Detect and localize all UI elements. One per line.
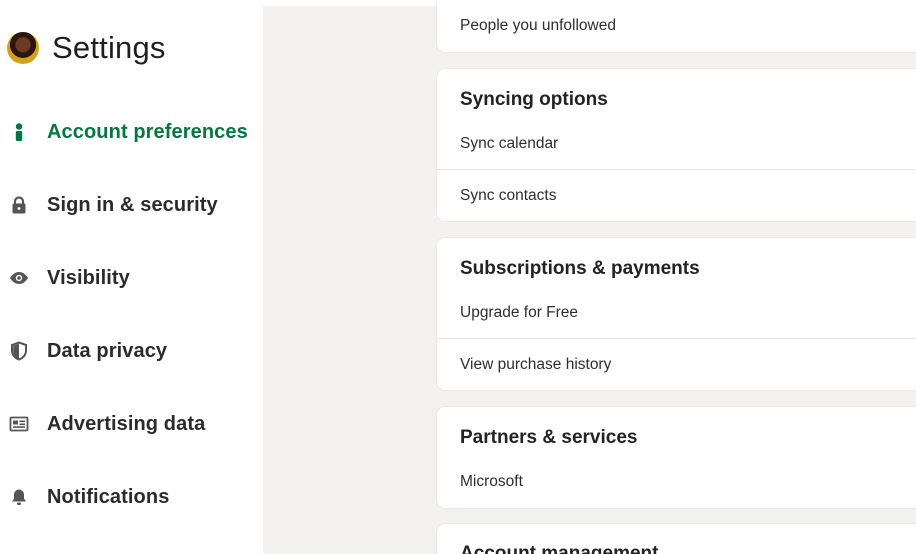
sidebar-item-label: Account preferences — [47, 120, 248, 143]
row-label: Microsoft — [460, 473, 523, 490]
sidebar-item-label: Advertising data — [47, 412, 206, 435]
sidebar-item-label: Sign in & security — [47, 193, 218, 216]
card-title: Partners & services — [460, 427, 638, 448]
upgrade-for-free-row[interactable]: Upgrade for Free — [437, 287, 916, 339]
sidebar-item-data-privacy[interactable]: Data privacy — [0, 331, 263, 371]
sync-contacts-row[interactable]: Sync contacts — [437, 170, 916, 222]
sidebar-header: Settings — [7, 30, 166, 66]
sidebar: Settings Account preferences Sign in & s… — [0, 0, 263, 554]
partners-services-card: Partners & services Microsoft — [437, 407, 916, 508]
page-title: Settings — [52, 30, 166, 65]
syncing-options-card: Syncing options Sync calendar Sync conta… — [437, 69, 916, 221]
account-management-card: Account management — [437, 524, 916, 554]
sidebar-item-label: Data privacy — [47, 339, 168, 362]
sync-calendar-row[interactable]: Sync calendar — [437, 118, 916, 170]
view-purchase-history-row[interactable]: View purchase history — [437, 339, 916, 391]
row-label: People you unfollowed — [460, 17, 616, 34]
sidebar-item-label: Notifications — [47, 485, 170, 508]
eye-icon — [8, 267, 30, 289]
people-you-unfollowed-row[interactable]: People you unfollowed — [437, 0, 916, 52]
row-label: View purchase history — [460, 356, 612, 373]
bell-icon — [8, 486, 30, 508]
row-label: Sync calendar — [460, 135, 559, 152]
settings-app: Settings Account preferences Sign in & s… — [0, 0, 916, 554]
sidebar-item-visibility[interactable]: Visibility — [0, 258, 263, 298]
sidebar-item-advertising-data[interactable]: Advertising data — [0, 404, 263, 444]
card-title: Syncing options — [460, 89, 608, 110]
sidebar-item-notifications[interactable]: Notifications — [0, 477, 263, 517]
shield-icon — [8, 340, 30, 362]
sidebar-item-label: Visibility — [47, 266, 130, 289]
row-label: Sync contacts — [460, 187, 557, 204]
sidebar-item-sign-in-security[interactable]: Sign in & security — [0, 185, 263, 225]
newspaper-icon — [8, 413, 30, 435]
row-label: Upgrade for Free — [460, 304, 579, 321]
microsoft-row[interactable]: Microsoft — [437, 456, 916, 508]
person-icon — [8, 121, 30, 143]
subscriptions-payments-card: Subscriptions & payments Upgrade for Fre… — [437, 238, 916, 390]
avatar[interactable] — [7, 32, 39, 64]
card-title: Account management — [460, 543, 659, 554]
card-title: Subscriptions & payments — [460, 258, 700, 279]
general-card: People you unfollowed — [437, 0, 916, 52]
sidebar-item-account-preferences[interactable]: Account preferences — [0, 112, 263, 152]
lock-icon — [8, 194, 30, 216]
